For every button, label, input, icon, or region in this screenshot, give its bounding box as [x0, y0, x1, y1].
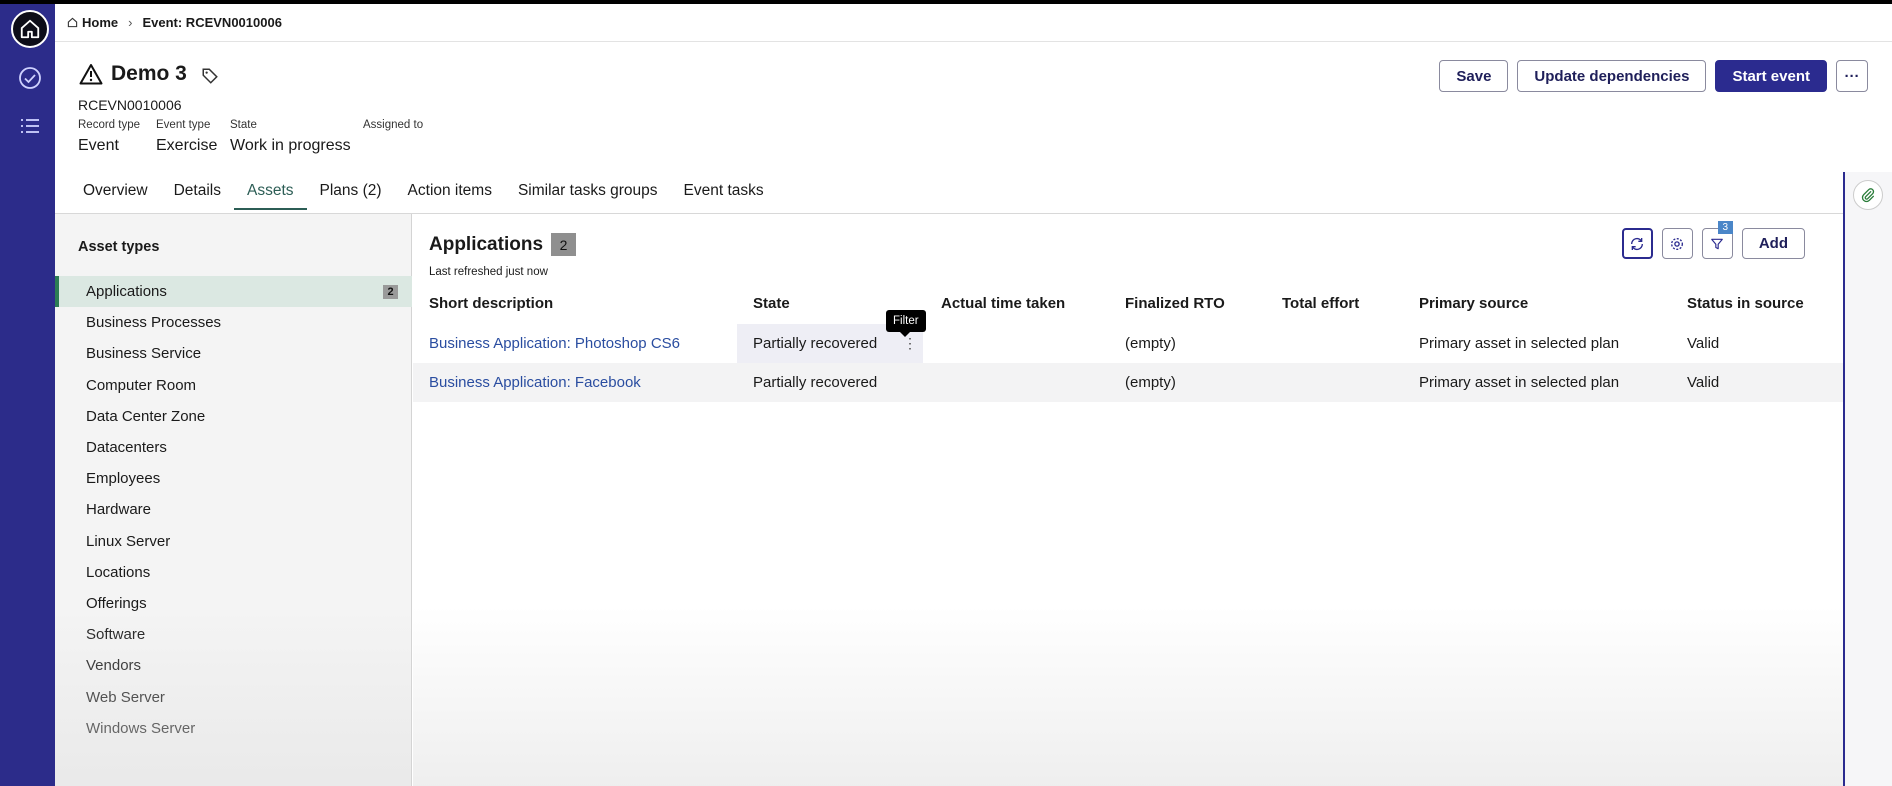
- update-dependencies-button[interactable]: Update dependencies: [1517, 60, 1707, 92]
- asset-type-applications[interactable]: Applications 2: [55, 276, 412, 308]
- asset-types-list: Applications 2 Business Processes Busines…: [55, 276, 412, 744]
- field-assigned-to: Assigned to: [363, 119, 424, 131]
- applications-table: Short description State Actual time take…: [413, 282, 1843, 402]
- home-icon[interactable]: [11, 10, 49, 48]
- breadcrumb: Home › Event: RCEVN0010006: [55, 4, 1892, 42]
- list-count-badge: 2: [551, 233, 577, 256]
- tab-overview[interactable]: Overview: [70, 176, 161, 208]
- refresh-button[interactable]: [1621, 228, 1653, 259]
- list-toolbar: 3 Add: [1621, 221, 1805, 259]
- record-title: Demo 3: [111, 62, 187, 85]
- table-cell: Valid: [1687, 335, 1720, 352]
- home-small-icon: [67, 17, 78, 28]
- left-nav-rail: [0, 4, 55, 786]
- record-header: Demo 3 RCEVN0010006 Record type Event Ev…: [55, 42, 1892, 214]
- chevron-right-icon: ›: [128, 15, 133, 30]
- paperclip-icon[interactable]: [1853, 180, 1883, 210]
- asset-type-item[interactable]: Web Server: [55, 681, 412, 712]
- asset-type-item[interactable]: Offerings: [55, 588, 412, 619]
- asset-type-item[interactable]: Business Processes: [55, 307, 412, 338]
- add-button[interactable]: Add: [1741, 228, 1805, 259]
- tag-icon[interactable]: [201, 67, 219, 85]
- field-event-type: Event type Exercise: [156, 119, 218, 154]
- asset-type-item[interactable]: Data Center Zone: [55, 401, 412, 432]
- table-header-row: Short description State Actual time take…: [413, 282, 1843, 324]
- column-header[interactable]: Status in source: [1687, 282, 1804, 324]
- tab-similar-tasks-groups[interactable]: Similar tasks groups: [505, 176, 671, 208]
- tab-plans[interactable]: Plans (2): [307, 176, 395, 208]
- table-cell: (empty): [1125, 335, 1176, 352]
- row-link[interactable]: Business Application: Facebook: [429, 363, 641, 402]
- list-icon[interactable]: [17, 113, 43, 139]
- asset-type-item[interactable]: Computer Room: [55, 370, 412, 401]
- save-button[interactable]: Save: [1439, 60, 1509, 92]
- asset-type-item[interactable]: Hardware: [55, 494, 412, 525]
- asset-type-item[interactable]: Windows Server: [55, 713, 412, 744]
- field-state: State Work in progress: [230, 119, 351, 154]
- tab-assets[interactable]: Assets: [234, 176, 307, 210]
- column-header[interactable]: Total effort: [1282, 282, 1359, 324]
- warning-icon: [79, 64, 103, 85]
- asset-type-item[interactable]: Linux Server: [55, 526, 412, 557]
- more-actions-button[interactable]: ···: [1836, 60, 1868, 92]
- filter-icon: [1711, 238, 1724, 249]
- column-header[interactable]: Short description: [429, 282, 553, 324]
- asset-type-item[interactable]: Locations: [55, 557, 412, 588]
- panel-fade: [413, 606, 1843, 786]
- asset-type-item[interactable]: Vendors: [55, 650, 412, 681]
- asset-type-item[interactable]: Employees: [55, 463, 412, 494]
- filter-button[interactable]: 3: [1701, 221, 1733, 259]
- asset-type-item[interactable]: Datacenters: [55, 432, 412, 463]
- column-header[interactable]: Finalized RTO: [1125, 282, 1225, 324]
- filter-count-badge: 3: [1717, 221, 1733, 234]
- breadcrumb-home[interactable]: Home: [67, 15, 118, 30]
- table-cell: Primary asset in selected plan: [1419, 374, 1620, 391]
- settings-button[interactable]: [1661, 228, 1693, 259]
- header-actions: Save Update dependencies Start event ···: [1439, 60, 1868, 92]
- field-record-type: Record type Event: [78, 119, 141, 154]
- table-row[interactable]: Business Application: Photoshop CS6 Part…: [413, 324, 1843, 363]
- gear-icon: [1671, 237, 1684, 250]
- record-number: RCEVN0010006: [78, 97, 182, 113]
- table-cell: Partially recovered: [753, 374, 878, 391]
- asset-types-heading: Asset types: [78, 239, 160, 255]
- app-window: Home › Event: RCEVN0010006 Demo 3 RCEVN0…: [0, 4, 1892, 786]
- table-cell: Valid: [1687, 374, 1720, 391]
- breadcrumb-current: Event: RCEVN0010006: [142, 15, 282, 30]
- tab-event-tasks[interactable]: Event tasks: [671, 176, 777, 208]
- list-title: Applications 2: [429, 233, 577, 256]
- check-circle-icon[interactable]: [17, 65, 43, 91]
- record-tabs: Overview Details Assets Plans (2) Action…: [70, 176, 777, 210]
- start-event-button[interactable]: Start event: [1715, 60, 1827, 92]
- table-cell: Primary asset in selected plan: [1419, 335, 1620, 352]
- column-header[interactable]: Actual time taken: [941, 282, 1065, 324]
- asset-type-item[interactable]: Software: [55, 619, 412, 650]
- page-title: Demo 3: [79, 62, 219, 86]
- tab-details[interactable]: Details: [161, 176, 234, 208]
- tab-action-items[interactable]: Action items: [395, 176, 505, 208]
- right-side-rail: [1843, 172, 1892, 786]
- table-cell: (empty): [1125, 374, 1176, 391]
- count-badge: 2: [383, 284, 398, 299]
- asset-types-panel: Asset types Applications 2 Business Proce…: [55, 214, 412, 786]
- column-header[interactable]: State: [753, 282, 790, 324]
- row-link[interactable]: Business Application: Photoshop CS6: [429, 324, 680, 363]
- refresh-icon: [1631, 237, 1644, 250]
- filter-tooltip: Filter: [886, 310, 926, 337]
- column-header[interactable]: Primary source: [1419, 282, 1528, 324]
- asset-type-item[interactable]: Business Service: [55, 338, 412, 369]
- applications-list-panel: Applications 2 Last refreshed just now 3…: [413, 214, 1843, 786]
- table-row[interactable]: Business Application: Facebook Partially…: [413, 363, 1843, 402]
- last-refreshed-text: Last refreshed just now: [429, 266, 548, 278]
